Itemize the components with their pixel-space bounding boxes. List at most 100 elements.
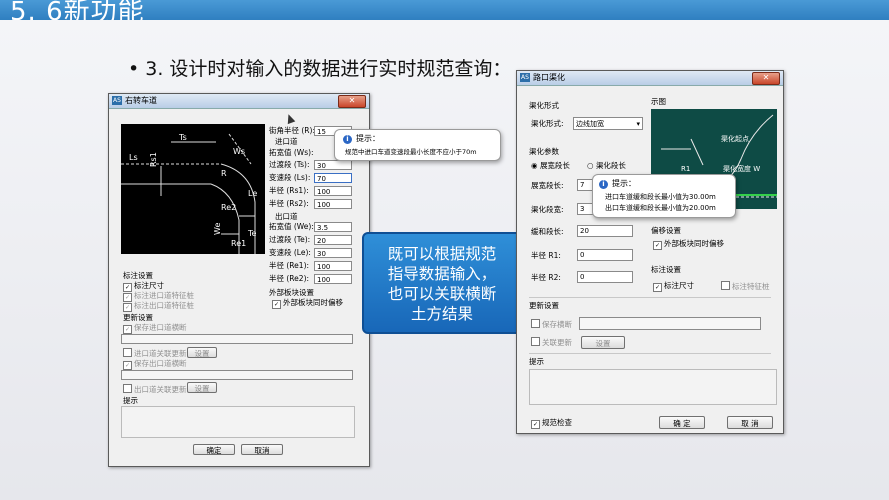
offset-follow-checkbox[interactable]: ✓ 外部板块同时偏移 xyxy=(653,239,724,250)
tooltip-line-2: 出口车道缓和段长最小值为20.00m xyxy=(605,204,716,212)
bullet-point: • 3. 设计时对输入的数据进行实时规范查询： xyxy=(128,54,511,81)
link-update-checkbox[interactable]: 关联更新 xyxy=(531,337,572,348)
info-icon: i xyxy=(343,135,352,144)
change-input[interactable]: 70 xyxy=(314,173,352,183)
taper-length-label: 缓和段长: xyxy=(531,227,564,236)
entry-header: 进口道 xyxy=(275,137,298,146)
close-button[interactable]: ✕ xyxy=(338,95,366,108)
link-update-text: 关联更新 xyxy=(542,338,572,347)
diagram-label-re2: Re2 xyxy=(221,203,236,212)
r2-input[interactable]: 0 xyxy=(577,271,633,283)
rs1-input[interactable]: 100 xyxy=(314,186,352,196)
hint-header: 提示 xyxy=(123,396,138,405)
hint-header: 提示 xyxy=(529,357,544,366)
radio-other[interactable]: ○ 渠化段长 xyxy=(587,161,626,171)
checkbox-checked-icon[interactable]: ✓ xyxy=(531,420,540,429)
form-select[interactable]: 边线加宽 ▾ xyxy=(573,117,643,130)
form-label: 渠化形式: xyxy=(531,119,564,128)
diagram-label-re1: Re1 xyxy=(231,239,246,248)
chevron-down-icon[interactable]: ▾ xyxy=(636,118,640,131)
callout-line-3: 也可以关联横断 xyxy=(387,285,497,303)
close-button[interactable]: ✕ xyxy=(752,72,780,85)
checkbox-checked-icon[interactable]: ✓ xyxy=(272,300,281,309)
taper-input[interactable]: 30 xyxy=(314,160,352,170)
tooltip-line-1: 进口车道缓和段长最小值为30.00m xyxy=(605,193,716,201)
label-settings-header: 标注设置 xyxy=(123,271,153,280)
ok-button[interactable]: 确 定 xyxy=(659,416,705,429)
cancel-button[interactable]: 取消 xyxy=(241,444,283,455)
exit-r2-input[interactable]: 100 xyxy=(314,274,352,284)
save-section-checkbox[interactable]: 保存横断 xyxy=(531,319,572,330)
update-settings-button[interactable]: 设置 xyxy=(581,336,625,349)
link-exit-checkbox[interactable]: 出口道关联更新 xyxy=(123,384,187,395)
label-dim-checkbox[interactable]: ✓ 标注尺寸 xyxy=(653,281,694,292)
exit-taper-label: 过渡段 (Te): xyxy=(269,235,311,244)
entry-section-field[interactable] xyxy=(121,334,353,344)
widen-label: 拓宽值 (Ws): xyxy=(269,148,314,157)
hint-box xyxy=(529,369,777,405)
offset-header: 偏移设置 xyxy=(651,226,681,235)
radio-widen-label: 展宽段长 xyxy=(539,161,570,170)
radio-empty-icon[interactable]: ○ xyxy=(587,161,596,170)
cancel-button[interactable]: 取 消 xyxy=(727,416,773,429)
save-exit-checkbox[interactable]: ✓ 保存出口道横断 xyxy=(123,359,187,370)
info-icon: i xyxy=(599,180,608,189)
preview-header: 示图 xyxy=(651,97,666,106)
ok-button[interactable]: 确定 xyxy=(193,444,235,455)
diagram-label-ls: Ls xyxy=(129,153,138,162)
entry-settings-button[interactable]: 设置 xyxy=(187,347,217,358)
checkbox-empty-icon[interactable] xyxy=(123,348,132,357)
checkbox-checked-icon[interactable]: ✓ xyxy=(123,325,132,334)
link-entry-checkbox[interactable]: 进口道关联更新 xyxy=(123,348,187,359)
exit-section-field[interactable] xyxy=(121,370,353,380)
exit-change-input[interactable]: 30 xyxy=(314,248,352,258)
outer-follow-checkbox[interactable]: ✓ 外部板块同时偏移 xyxy=(272,298,343,309)
app-icon: AS xyxy=(112,96,122,105)
save-entry-checkbox[interactable]: ✓ 保存进口道横断 xyxy=(123,323,187,334)
checkbox-empty-icon[interactable] xyxy=(531,337,540,346)
r1-input[interactable]: 0 xyxy=(577,249,633,261)
checkbox-checked-icon[interactable]: ✓ xyxy=(123,303,132,312)
checkbox-checked-icon[interactable]: ✓ xyxy=(653,241,662,250)
change-label: 变速段 (Ls): xyxy=(269,173,311,182)
checkbox-empty-icon[interactable] xyxy=(721,281,730,290)
label-feature-checkbox[interactable]: 标注特征桩 xyxy=(721,281,770,292)
divider xyxy=(529,353,771,354)
rs2-input[interactable]: 100 xyxy=(314,199,352,209)
exit-widen-label: 拓宽值 (We): xyxy=(269,222,314,231)
exit-taper-input[interactable]: 20 xyxy=(314,235,352,245)
exit-change-label: 变速段 (Le): xyxy=(269,248,311,257)
tooltip-title: 提示： xyxy=(356,134,380,143)
section-field[interactable] xyxy=(579,317,761,330)
dialog-titlebar[interactable]: AS 右转车道 ✕ xyxy=(109,94,369,109)
exit-widen-input[interactable]: 3.5 xyxy=(314,222,352,232)
diagram-label-ws: Ws xyxy=(233,147,245,156)
checkbox-empty-icon[interactable] xyxy=(123,384,132,393)
hint-box xyxy=(121,406,355,438)
radio-widen[interactable]: ◉ 展宽段长 xyxy=(531,161,570,171)
label-feature-text: 标注特征桩 xyxy=(732,282,770,291)
outer-follow-label: 外部板块同时偏移 xyxy=(283,298,343,307)
r1-label: 半径 R1: xyxy=(531,251,561,260)
outer-block-header: 外部板块设置 xyxy=(269,288,314,297)
exit-header: 出口道 xyxy=(275,212,298,221)
checkbox-checked-icon[interactable]: ✓ xyxy=(653,283,662,292)
callout-line-1: 既可以根据规范 xyxy=(387,245,497,263)
r2-label: 半径 R2: xyxy=(531,273,561,282)
exit-r2-label: 半径 (Re2): xyxy=(269,274,310,283)
taper-length-input[interactable]: 20 xyxy=(577,225,633,237)
spec-check-checkbox[interactable]: ✓ 规范检查 xyxy=(531,418,572,429)
checkbox-empty-icon[interactable] xyxy=(531,319,540,328)
save-entry-text: 保存进口道横断 xyxy=(134,323,187,332)
exit-feature-checkbox[interactable]: ✓ 标注出口道特征桩 xyxy=(123,301,194,312)
radio-selected-icon[interactable]: ◉ xyxy=(531,161,540,170)
exit-r1-input[interactable]: 100 xyxy=(314,261,352,271)
checkbox-checked-icon[interactable]: ✓ xyxy=(123,361,132,370)
save-section-text: 保存横断 xyxy=(542,320,572,329)
exit-settings-button[interactable]: 设置 xyxy=(187,382,217,393)
preview-label-width: 渠化宽度 W xyxy=(723,164,760,173)
dialog-titlebar[interactable]: AS 路口渠化 ✕ xyxy=(517,71,783,86)
slide-header-bar: 5. 6新功能 xyxy=(0,0,889,27)
divider xyxy=(529,297,771,298)
diagram-label-r: R xyxy=(221,169,227,178)
